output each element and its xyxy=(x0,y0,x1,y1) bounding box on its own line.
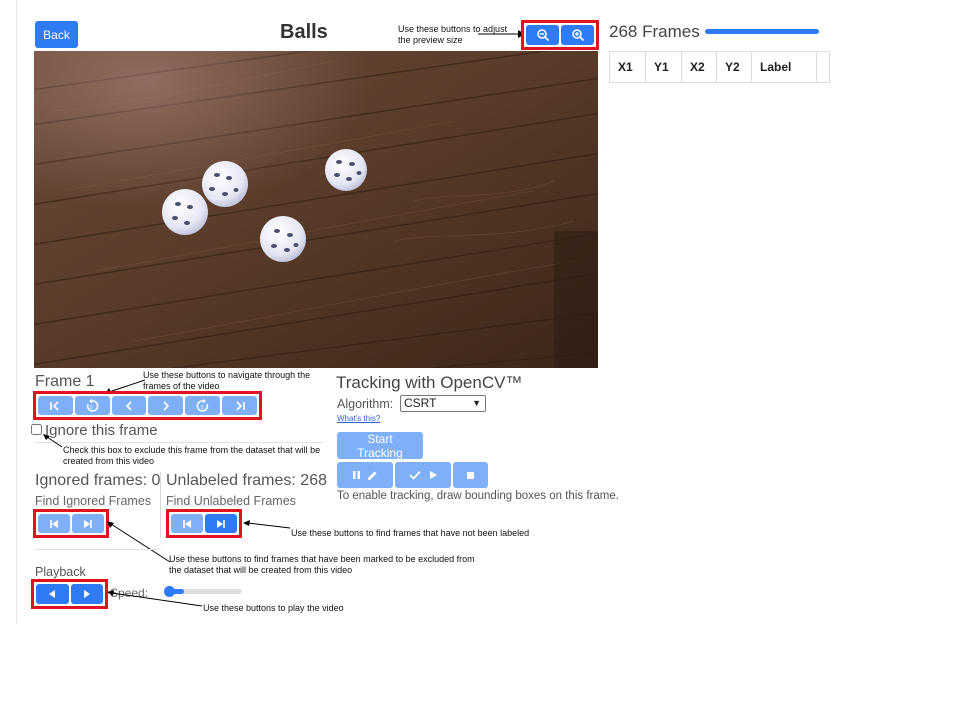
video-frame-preview[interactable] xyxy=(34,51,598,368)
find-unlabeled-label: Find Unlabeled Frames xyxy=(166,494,296,508)
play-backward-button[interactable] xyxy=(36,584,69,604)
forward-button[interactable]: 5 xyxy=(185,396,221,415)
tracking-controls xyxy=(337,462,488,488)
playback-title: Playback xyxy=(35,565,86,579)
divider xyxy=(35,549,161,550)
find-unlabeled-group xyxy=(166,509,242,538)
play-icon xyxy=(83,590,90,598)
zoom-in-icon xyxy=(571,29,584,42)
next-ignored-button[interactable] xyxy=(72,514,104,533)
check-icon xyxy=(408,470,421,480)
labels-table-header: X1 Y1 X2 Y2 Label xyxy=(609,51,830,83)
stop-tracking-button[interactable] xyxy=(453,462,488,488)
zoom-buttons-group xyxy=(521,20,599,50)
unlabeled-frames-title: Unlabeled frames: 268 xyxy=(166,472,327,489)
col-y2: Y2 xyxy=(716,51,752,83)
tracking-title: Tracking with OpenCV™ xyxy=(336,373,523,392)
edit-icon xyxy=(368,471,377,480)
ignored-annotation: Use these buttons to find frames that ha… xyxy=(169,554,475,575)
algorithm-select-value: CSRT xyxy=(404,396,437,410)
frame-nav-group: 5 5 xyxy=(33,391,262,420)
col-label: Label xyxy=(751,51,817,83)
ignore-annotation: Check this box to exclude this frame fro… xyxy=(63,445,321,466)
first-frame-icon xyxy=(50,400,59,411)
rewind-icon: 5 xyxy=(87,398,99,412)
svg-text:5: 5 xyxy=(90,405,93,411)
frames-count: 268 Frames xyxy=(609,22,700,41)
progress-bar xyxy=(705,29,819,34)
ignored-annotation-arrow xyxy=(107,521,171,563)
rewind-button[interactable]: 5 xyxy=(74,396,110,415)
left-divider xyxy=(16,0,17,624)
prev-ignored-button[interactable] xyxy=(38,514,70,533)
next-unlabeled-button[interactable] xyxy=(205,514,237,533)
prev-frame-button[interactable] xyxy=(111,396,147,415)
unlabeled-annotation-arrow xyxy=(243,520,291,529)
ball-3 xyxy=(260,216,306,262)
stop-icon xyxy=(467,471,474,479)
algorithm-label: Algorithm: xyxy=(337,397,394,411)
zoom-out-icon xyxy=(536,29,549,42)
ball-1 xyxy=(202,161,248,207)
unlabeled-annotation: Use these buttons to find frames that ha… xyxy=(291,528,530,538)
svg-text:5: 5 xyxy=(201,405,204,411)
prev-icon xyxy=(125,400,132,411)
page-title: Balls xyxy=(280,21,328,43)
algorithm-select[interactable]: CSRT ▼ xyxy=(400,395,486,412)
pause-edit-button[interactable] xyxy=(337,462,393,488)
play-icon xyxy=(429,471,437,479)
col-actions xyxy=(816,51,830,83)
col-x2: X2 xyxy=(681,51,717,83)
tracking-hint: To enable tracking, draw bounding boxes … xyxy=(337,490,619,502)
find-ignored-label: Find Ignored Frames xyxy=(35,494,152,508)
frame-label: Frame 1 xyxy=(35,373,95,390)
zoom-out-button[interactable] xyxy=(526,25,559,45)
accept-play-button[interactable] xyxy=(395,462,451,488)
col-x1: X1 xyxy=(609,51,646,83)
zoom-in-button[interactable] xyxy=(561,25,594,45)
play-backward-icon xyxy=(49,590,56,598)
col-y1: Y1 xyxy=(645,51,682,83)
divider xyxy=(35,442,323,443)
forward-icon: 5 xyxy=(196,398,208,412)
play-forward-button[interactable] xyxy=(70,584,103,604)
skip-next-icon xyxy=(84,519,92,528)
zoom-annotation-arrow xyxy=(478,30,525,38)
skip-prev-icon xyxy=(183,519,191,528)
find-ignored-group xyxy=(33,509,109,538)
chevron-down-icon: ▼ xyxy=(472,398,481,408)
last-frame-icon xyxy=(235,400,245,411)
skip-next-icon xyxy=(217,519,225,528)
whats-this-link[interactable]: What's this? xyxy=(337,414,380,423)
skip-prev-icon xyxy=(50,519,58,528)
ignore-frame-checkbox[interactable] xyxy=(31,424,42,435)
pause-icon xyxy=(353,471,360,479)
last-frame-button[interactable] xyxy=(222,396,257,415)
next-frame-button[interactable] xyxy=(148,396,184,415)
playback-group xyxy=(31,579,108,609)
ball-2 xyxy=(162,189,208,235)
playback-annotation-arrow xyxy=(107,590,203,607)
nav-annotation: Use these buttons to navigate through th… xyxy=(143,370,311,391)
ignored-frames-title: Ignored frames: 0 xyxy=(35,472,161,489)
prev-unlabeled-button[interactable] xyxy=(171,514,203,533)
start-tracking-button[interactable]: Start Tracking xyxy=(337,432,423,460)
ball-4 xyxy=(325,149,367,191)
first-frame-button[interactable] xyxy=(38,396,73,415)
labels-table: X1 Y1 X2 Y2 Label xyxy=(609,51,830,83)
back-button[interactable]: Back xyxy=(35,21,78,48)
ignore-annotation-arrow xyxy=(43,434,63,448)
next-icon xyxy=(163,400,170,411)
playback-annotation: Use these buttons to play the video xyxy=(203,603,344,613)
